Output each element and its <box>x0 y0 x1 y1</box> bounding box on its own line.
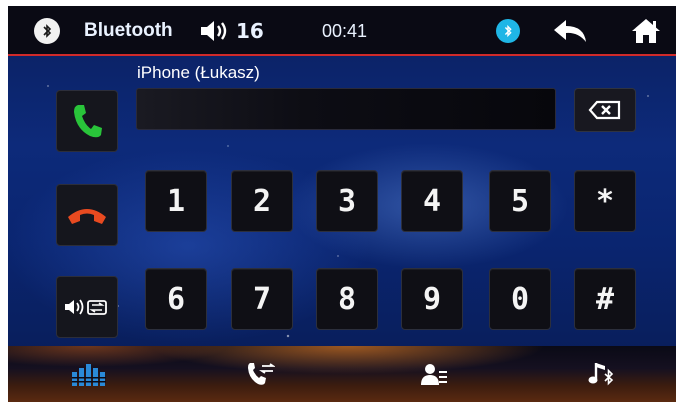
audio-switch-button[interactable] <box>56 276 118 338</box>
key-3[interactable]: 3 <box>316 170 378 232</box>
contacts-icon <box>421 364 447 385</box>
home-icon <box>632 19 660 43</box>
key-5[interactable]: 5 <box>489 170 551 232</box>
volume-control[interactable]: 16 <box>199 6 264 56</box>
backspace-button[interactable] <box>574 88 636 132</box>
screen: Bluetooth 16 00:41 iPhone (Łukasz) 1 2 3… <box>8 6 676 402</box>
key-4[interactable]: 4 <box>401 170 463 232</box>
status-divider <box>8 54 676 56</box>
key-star[interactable]: * <box>574 170 636 232</box>
dialpad-icon <box>72 364 106 386</box>
bottom-nav <box>8 346 676 402</box>
volume-level: 16 <box>236 19 264 43</box>
key-hash[interactable]: # <box>574 268 636 330</box>
audio-switch-icon <box>65 299 107 315</box>
key-2[interactable]: 2 <box>231 170 293 232</box>
home-button[interactable] <box>630 6 662 56</box>
bluetooth-icon <box>496 19 520 43</box>
bluetooth-music-tab[interactable] <box>572 346 632 402</box>
call-log-tab[interactable] <box>230 346 290 402</box>
backspace-icon <box>588 100 621 120</box>
call-log-icon <box>248 363 275 385</box>
app-title: Bluetooth <box>84 20 173 41</box>
bluetooth-status <box>496 6 520 56</box>
key-7[interactable]: 7 <box>231 268 293 330</box>
status-bar: Bluetooth 16 00:41 <box>8 6 676 56</box>
speaker-icon <box>201 21 227 41</box>
back-button[interactable] <box>552 6 590 56</box>
key-1[interactable]: 1 <box>145 170 207 232</box>
caller-name: iPhone (Łukasz) <box>137 63 260 82</box>
bluetooth-icon <box>34 18 60 44</box>
hangup-call-button[interactable] <box>56 184 118 246</box>
key-6[interactable]: 6 <box>145 268 207 330</box>
dial-display <box>136 88 556 130</box>
dialpad-tab[interactable] <box>59 346 119 402</box>
back-arrow-icon <box>554 20 586 42</box>
key-8[interactable]: 8 <box>316 268 378 330</box>
answer-call-button[interactable] <box>56 90 118 152</box>
key-9[interactable]: 9 <box>401 268 463 330</box>
phone-hangup-icon <box>68 209 106 224</box>
key-0[interactable]: 0 <box>489 268 551 330</box>
bluetooth-badge <box>34 6 60 56</box>
clock: 00:41 <box>322 20 368 41</box>
bluetooth-music-icon <box>588 363 614 386</box>
contacts-tab[interactable] <box>404 346 464 402</box>
phone-answer-icon <box>74 105 102 138</box>
